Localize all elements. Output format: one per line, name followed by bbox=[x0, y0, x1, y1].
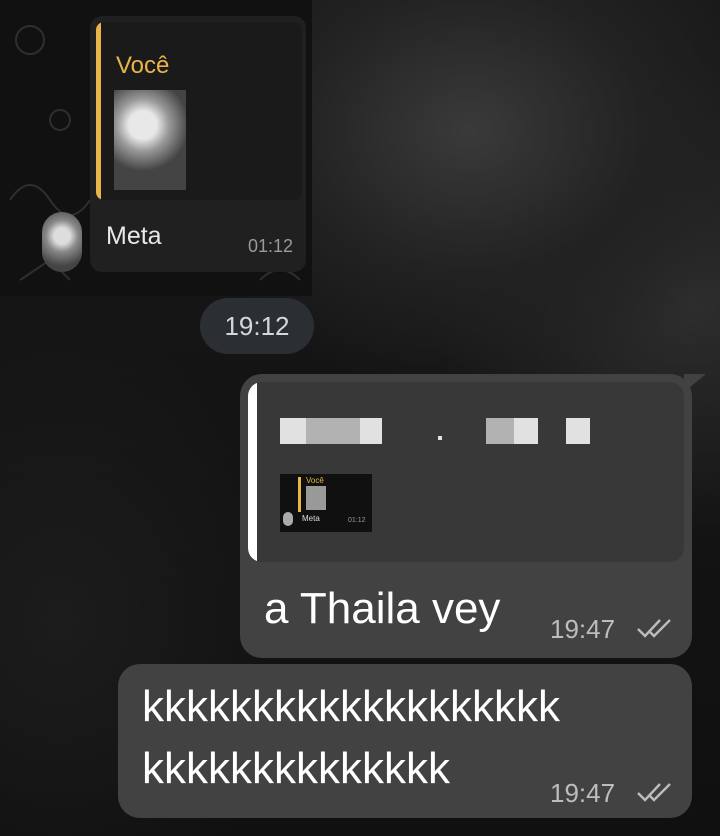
mini-avatar bbox=[283, 512, 293, 526]
redacted-name-block bbox=[306, 418, 360, 444]
reply-author: Você bbox=[116, 52, 170, 79]
mini-photo bbox=[306, 486, 326, 510]
quoted-reply-box: Você bbox=[96, 22, 302, 200]
redacted-name-block bbox=[514, 418, 538, 444]
quoted-message-time: 01:12 bbox=[248, 236, 294, 256]
reply-quote-box[interactable]: Você Meta 01:12 bbox=[248, 382, 684, 562]
message-time: 19:47 bbox=[550, 614, 616, 644]
quoted-message-text: Meta bbox=[106, 222, 162, 250]
message-text-line-2: kkkkkkkkkkkkkk bbox=[142, 744, 450, 793]
bubble-tail bbox=[684, 374, 706, 392]
message-time: 19:47 bbox=[550, 778, 616, 808]
quoted-image-thumbnail: Você Meta 01:12 bbox=[280, 474, 372, 532]
time-pill: 19:12 bbox=[200, 298, 314, 354]
redacted-dot bbox=[438, 436, 442, 440]
quote-accent-bar bbox=[248, 382, 257, 562]
quoted-screenshot[interactable]: Você Meta 01:12 bbox=[0, 0, 312, 296]
message-text: a Thaila vey bbox=[264, 584, 501, 633]
redacted-name-block bbox=[280, 418, 306, 444]
message-text-line-1: kkkkkkkkkkkkkkkkkkk bbox=[142, 682, 560, 731]
double-check-icon bbox=[637, 783, 671, 802]
redacted-name-block bbox=[360, 418, 382, 444]
mini-author: Você bbox=[306, 476, 324, 485]
mini-message: Meta bbox=[302, 514, 320, 523]
redacted-name-block bbox=[486, 418, 514, 444]
double-check-icon bbox=[637, 619, 671, 638]
mini-time: 01:12 bbox=[348, 517, 366, 524]
redacted-name-block bbox=[566, 418, 590, 444]
reply-photo-thumbnail bbox=[114, 90, 186, 190]
mini-accent-bar bbox=[298, 477, 301, 512]
reply-accent-bar bbox=[96, 22, 101, 200]
avatar bbox=[42, 212, 82, 272]
